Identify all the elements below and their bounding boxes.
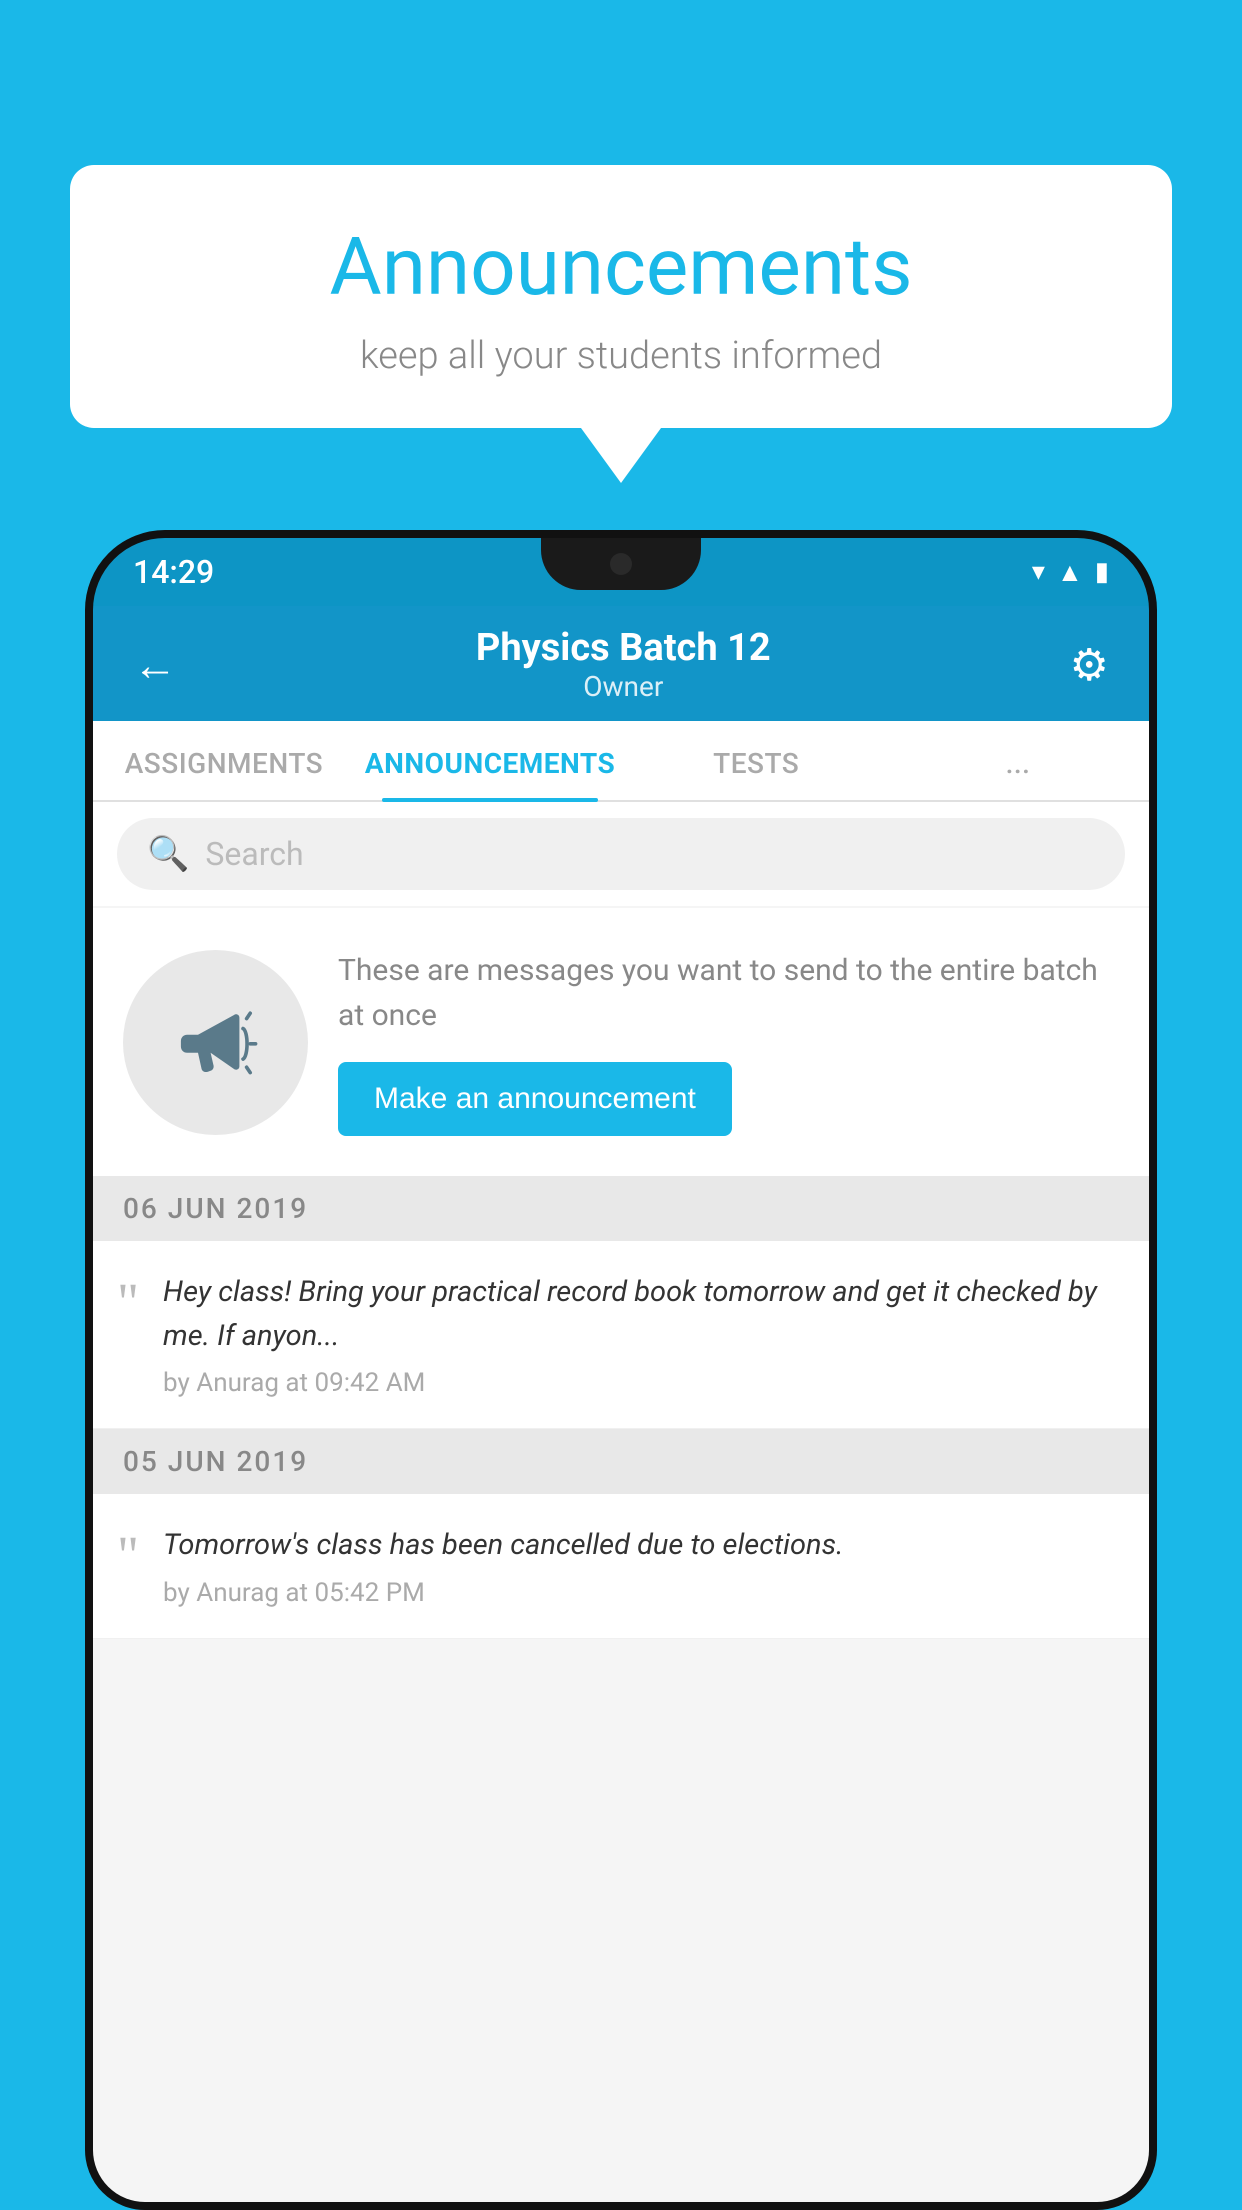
bubble-title: Announcements xyxy=(130,220,1112,314)
back-button[interactable]: ← xyxy=(133,639,177,691)
date-separator-2: 05 JUN 2019 xyxy=(93,1429,1149,1494)
status-time: 14:29 xyxy=(133,553,214,591)
app-header: ← Physics Batch 12 Owner ⚙ xyxy=(93,606,1149,721)
quote-icon-2: " xyxy=(117,1524,139,1608)
announcement-meta-2: by Anurag at 05:42 PM xyxy=(163,1578,1119,1608)
phone-frame: 14:29 ▾ ▲ ▮ ← Physics Batch 12 Owner ⚙ A… xyxy=(85,530,1157,2210)
tabs-bar: ASSIGNMENTS ANNOUNCEMENTS TESTS ... xyxy=(93,721,1149,802)
screen-content: 🔍 Search These are messages you wa xyxy=(93,802,1149,2202)
header-title-block: Physics Batch 12 Owner xyxy=(476,626,771,703)
promo-content: These are messages you want to send to t… xyxy=(338,948,1119,1136)
speech-bubble-card: Announcements keep all your students inf… xyxy=(70,165,1172,428)
signal-icon: ▲ xyxy=(1057,557,1083,588)
power-button xyxy=(1153,738,1157,818)
tab-assignments[interactable]: ASSIGNMENTS xyxy=(93,721,355,800)
search-bar[interactable]: 🔍 Search xyxy=(117,818,1125,890)
tab-announcements[interactable]: ANNOUNCEMENTS xyxy=(355,721,625,800)
announcement-promo: These are messages you want to send to t… xyxy=(93,908,1149,1176)
volume-down-button xyxy=(85,913,89,1008)
announcement-meta-1: by Anurag at 09:42 AM xyxy=(163,1368,1119,1398)
promo-icon-circle xyxy=(123,950,308,1135)
search-bar-wrap: 🔍 Search xyxy=(93,802,1149,906)
settings-button[interactable]: ⚙ xyxy=(1070,639,1109,691)
mute-button xyxy=(85,718,89,773)
announcement-item-1: " Hey class! Bring your practical record… xyxy=(93,1241,1149,1429)
bubble-tail xyxy=(581,428,661,483)
phone-device: 14:29 ▾ ▲ ▮ ← Physics Batch 12 Owner ⚙ A… xyxy=(85,530,1157,2208)
wifi-icon: ▾ xyxy=(1032,557,1045,587)
make-announcement-button[interactable]: Make an announcement xyxy=(338,1062,732,1136)
announcement-body-2: Tomorrow's class has been cancelled due … xyxy=(163,1524,1119,1608)
search-icon: 🔍 xyxy=(147,834,189,874)
promo-description: These are messages you want to send to t… xyxy=(338,948,1119,1038)
front-camera xyxy=(610,553,632,575)
status-bar: 14:29 ▾ ▲ ▮ xyxy=(93,538,1149,606)
date-separator-1: 06 JUN 2019 xyxy=(93,1176,1149,1241)
announcement-text-2: Tomorrow's class has been cancelled due … xyxy=(163,1524,1119,1568)
tab-more[interactable]: ... xyxy=(887,721,1149,800)
status-icons: ▾ ▲ ▮ xyxy=(1032,557,1109,588)
quote-icon-1: " xyxy=(117,1271,139,1398)
phone-notch xyxy=(541,538,701,590)
battery-icon: ▮ xyxy=(1095,557,1109,587)
bubble-subtitle: keep all your students informed xyxy=(130,334,1112,378)
batch-title: Physics Batch 12 xyxy=(476,626,771,670)
announcement-text-1: Hey class! Bring your practical record b… xyxy=(163,1271,1119,1358)
batch-subtitle: Owner xyxy=(476,670,771,703)
megaphone-icon xyxy=(171,997,261,1087)
announcement-body-1: Hey class! Bring your practical record b… xyxy=(163,1271,1119,1398)
announcement-item-2: " Tomorrow's class has been cancelled du… xyxy=(93,1494,1149,1639)
speech-bubble-section: Announcements keep all your students inf… xyxy=(70,165,1172,483)
search-placeholder: Search xyxy=(205,835,303,873)
volume-up-button xyxy=(85,798,89,893)
tab-tests[interactable]: TESTS xyxy=(625,721,887,800)
